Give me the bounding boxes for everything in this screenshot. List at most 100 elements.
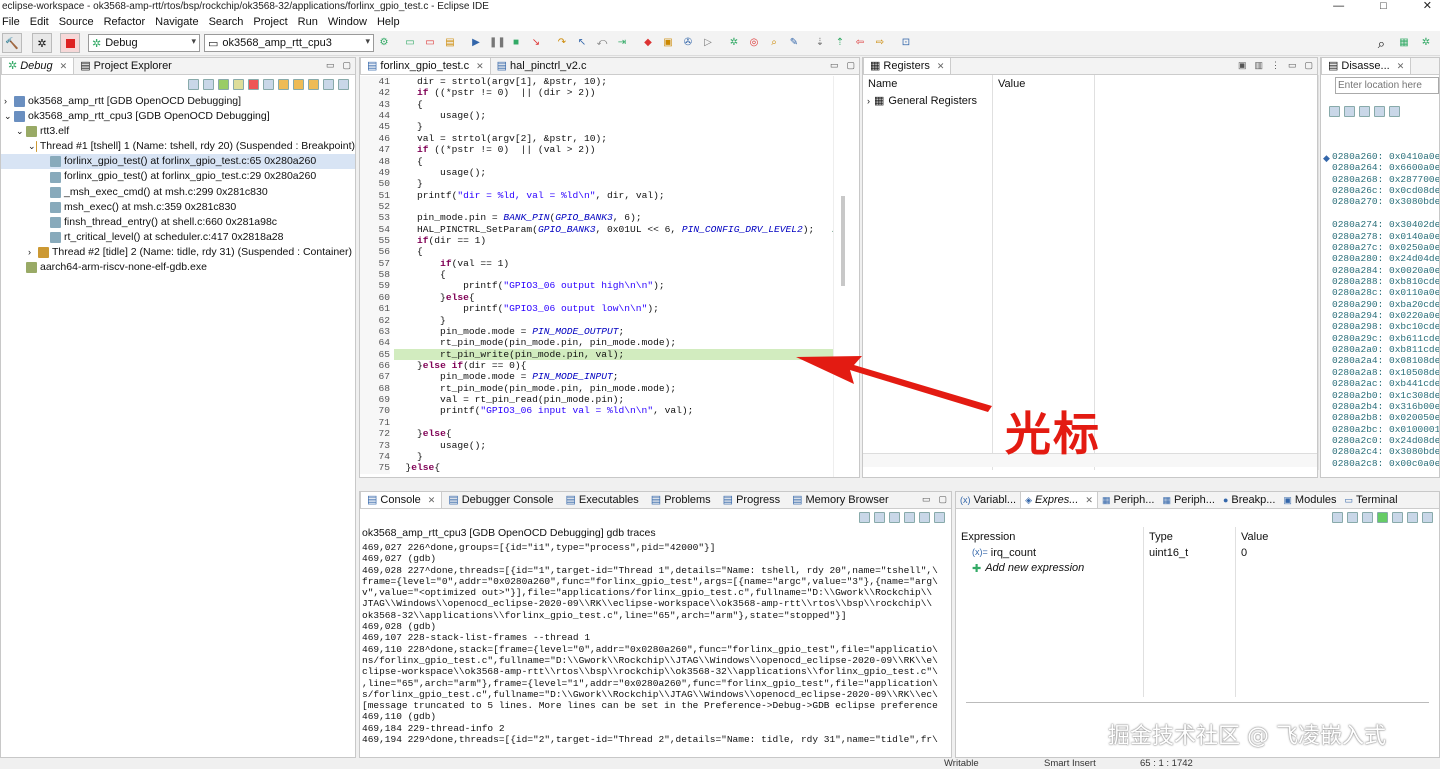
code-line[interactable]: usage(); bbox=[394, 167, 833, 178]
link-icon[interactable] bbox=[1359, 105, 1370, 117]
code-line[interactable]: usage(); bbox=[394, 110, 833, 121]
chevron-down-icon[interactable]: ⌄ bbox=[28, 139, 36, 154]
launch-mode-select[interactable]: ✲ Debug ▾ bbox=[88, 34, 200, 52]
add-new-expression[interactable]: ✚ Add new expression bbox=[972, 562, 1084, 575]
remove-icon[interactable] bbox=[1392, 511, 1403, 523]
debug-tree-item[interactable]: ⌄ ok3568_amp_rtt_cpu3 [GDB OpenOCD Debugg… bbox=[1, 109, 355, 124]
disassembly-row[interactable]: 0280a270: 0x3080bde8 bbox=[1332, 196, 1439, 207]
tab-periph[interactable]: ▦ Periph... bbox=[1098, 492, 1158, 508]
pin-console-icon[interactable] bbox=[904, 511, 915, 523]
chevron-right-icon[interactable]: › bbox=[867, 96, 870, 106]
expression-row[interactable]: (x)= irq_count bbox=[972, 547, 1036, 559]
sync-icon[interactable] bbox=[1329, 105, 1340, 117]
close-button[interactable]: ✕ bbox=[1423, 0, 1432, 12]
menu-edit[interactable]: Edit bbox=[30, 14, 55, 31]
tab-memory-browser[interactable]: ▤ Memory Browser bbox=[786, 492, 895, 508]
tab-modules[interactable]: ▣ Modules bbox=[1279, 492, 1340, 508]
view-menu-icon[interactable] bbox=[338, 78, 349, 90]
step-into-icon[interactable]: ↘ bbox=[529, 36, 543, 50]
code-area[interactable]: 41 42 43 44 45 46 47 48 49 50 51 52 53 54 55 56 57 58 59 60… bbox=[360, 76, 833, 477]
disassembly-row[interactable]: 0280a29c: 0xb611cde1 bbox=[1332, 333, 1439, 344]
menu-window[interactable]: Window bbox=[328, 14, 373, 31]
tab-registers[interactable]: ▦ Registers ✕ bbox=[863, 58, 952, 74]
build-icon[interactable]: ▣ bbox=[661, 36, 675, 50]
disassembly-row[interactable]: 0280a288: 0xb810cde1 bbox=[1332, 276, 1439, 287]
code-line[interactable]: { bbox=[394, 246, 833, 257]
code-body[interactable]: dir = strtol(argv[1], &pstr, 10); if ((*… bbox=[394, 76, 833, 474]
close-icon[interactable]: ✕ bbox=[1085, 492, 1093, 508]
disassembly-row[interactable]: 0280a268: 0x287700eb bbox=[1332, 174, 1439, 185]
disassembly-row[interactable]: 0280a26c: 0x0cd08de2 bbox=[1332, 185, 1439, 196]
code-line[interactable]: if ((*pstr != 0) || (dir > 2)) bbox=[394, 87, 833, 98]
maximize-icon[interactable]: ▢ bbox=[1304, 60, 1313, 71]
disassembly-row[interactable]: 0280a2a4: 0x08108de2 bbox=[1332, 355, 1439, 366]
display-console-icon[interactable] bbox=[919, 511, 930, 523]
debug-last-icon[interactable]: ✲ bbox=[727, 36, 741, 50]
resume-icon[interactable] bbox=[218, 78, 229, 90]
debug-tree-item[interactable]: msh_exec() at msh.c:359 0x281c830 bbox=[1, 200, 355, 215]
collapse-all-icon[interactable]: ▣ bbox=[1238, 60, 1247, 71]
new-class-icon[interactable]: ◆ bbox=[641, 36, 655, 50]
disassembly-row[interactable] bbox=[1332, 208, 1439, 219]
code-line[interactable]: { bbox=[394, 156, 833, 167]
suspend-icon[interactable] bbox=[233, 78, 244, 90]
run-last-icon[interactable]: ▷ bbox=[701, 36, 715, 50]
step-over-icon[interactable] bbox=[293, 78, 304, 90]
disassembly-row[interactable]: 0280a2c4: 0x3080bde8 bbox=[1332, 446, 1439, 457]
home-icon[interactable] bbox=[1344, 105, 1355, 117]
menu-refactor[interactable]: Refactor bbox=[104, 14, 152, 31]
disassembly-row[interactable]: 0280a27c: 0x0250a0e1 bbox=[1332, 242, 1439, 253]
close-icon[interactable]: ✕ bbox=[428, 492, 436, 508]
tab-console[interactable]: ▤ Console ✕ bbox=[360, 492, 443, 508]
code-line[interactable]: pin_mode.mode = PIN_MODE_INPUT; bbox=[394, 371, 833, 382]
scrollbar-thumb[interactable] bbox=[841, 196, 845, 286]
disassembly-row[interactable]: 0280a2a0: 0xb811cde1 bbox=[1332, 344, 1439, 355]
forward-icon[interactable]: ⇨ bbox=[873, 36, 887, 50]
terminate-icon[interactable]: ■ bbox=[509, 36, 523, 50]
column-header-value[interactable]: Value bbox=[998, 78, 1025, 90]
terminate-icon[interactable] bbox=[248, 78, 259, 90]
disassembly-row[interactable]: 0280a274: 0x30402de9 bbox=[1332, 219, 1439, 230]
minimize-icon[interactable]: ▭ bbox=[1288, 60, 1297, 71]
current-line[interactable]: rt_pin_write(pin_mode.pin, val); bbox=[394, 348, 833, 360]
view-menu-icon[interactable] bbox=[1422, 511, 1433, 523]
show-type-icon[interactable] bbox=[1332, 511, 1343, 523]
menu-source[interactable]: Source bbox=[59, 14, 100, 31]
code-line[interactable]: } bbox=[394, 178, 833, 189]
build-hammer-icon[interactable]: 🔨 bbox=[2, 33, 22, 53]
debug-tree-item[interactable]: forlinx_gpio_test() at forlinx_gpio_test… bbox=[1, 154, 355, 170]
disassembly-row[interactable]: 0280a278: 0x0140a0e1 bbox=[1332, 231, 1439, 242]
column-header-type[interactable]: Type bbox=[1149, 531, 1173, 543]
remove-icon[interactable] bbox=[203, 78, 214, 90]
code-line[interactable]: } bbox=[394, 121, 833, 132]
code-line[interactable]: rt_pin_mode(pin_mode.pin, pin_mode.mode)… bbox=[394, 337, 833, 348]
code-line[interactable] bbox=[394, 201, 833, 212]
maximize-icon[interactable]: ▢ bbox=[846, 60, 855, 71]
code-line[interactable]: if(dir == 1) bbox=[394, 235, 833, 246]
minimize-icon[interactable]: ▭ bbox=[830, 60, 839, 71]
debug-tree-item[interactable]: ⌄ rtt3.elf bbox=[1, 124, 355, 139]
close-icon[interactable]: ✕ bbox=[1397, 58, 1405, 74]
disassembly-rows[interactable]: 0280a260: 0x0410a0e1 0280a264: 0x6600a0e3… bbox=[1332, 151, 1439, 469]
minimize-icon[interactable]: ▭ bbox=[922, 494, 931, 505]
debug-tree-item[interactable]: aarch64-arm-riscv-none-elf-gdb.exe bbox=[1, 260, 355, 275]
disassembly-row[interactable]: 0280a284: 0x0020a0e3 bbox=[1332, 265, 1439, 276]
tab-forlinx-gpio-test[interactable]: ▤ forlinx_gpio_test.c ✕ bbox=[360, 58, 491, 74]
disassembly-row[interactable]: 0280a260: 0x0410a0e1 bbox=[1332, 151, 1439, 162]
view-menu-icon[interactable] bbox=[1389, 105, 1400, 117]
chevron-right-icon[interactable]: › bbox=[28, 245, 38, 260]
code-line[interactable]: } bbox=[394, 315, 833, 326]
clear-console-icon[interactable] bbox=[859, 511, 870, 523]
code-line[interactable]: printf("GPIO3_06 output high\n\n"); bbox=[394, 280, 833, 291]
instruction-step-icon[interactable] bbox=[323, 78, 334, 90]
code-line[interactable]: }else{ bbox=[394, 462, 833, 473]
chevron-right-icon[interactable]: › bbox=[4, 94, 14, 109]
pin-editor-icon[interactable]: ⊡ bbox=[899, 36, 913, 50]
close-icon[interactable]: ✕ bbox=[937, 58, 945, 74]
debug-tree-item[interactable]: rt_critical_level() at scheduler.c:417 0… bbox=[1, 230, 355, 245]
code-line[interactable]: } bbox=[394, 451, 833, 462]
code-line[interactable]: { bbox=[394, 99, 833, 110]
code-line[interactable]: if(val == 1) bbox=[394, 258, 833, 269]
print-icon[interactable]: ▤ bbox=[443, 36, 457, 50]
tab-expres[interactable]: ◈ Expres... ✕ bbox=[1020, 492, 1098, 508]
